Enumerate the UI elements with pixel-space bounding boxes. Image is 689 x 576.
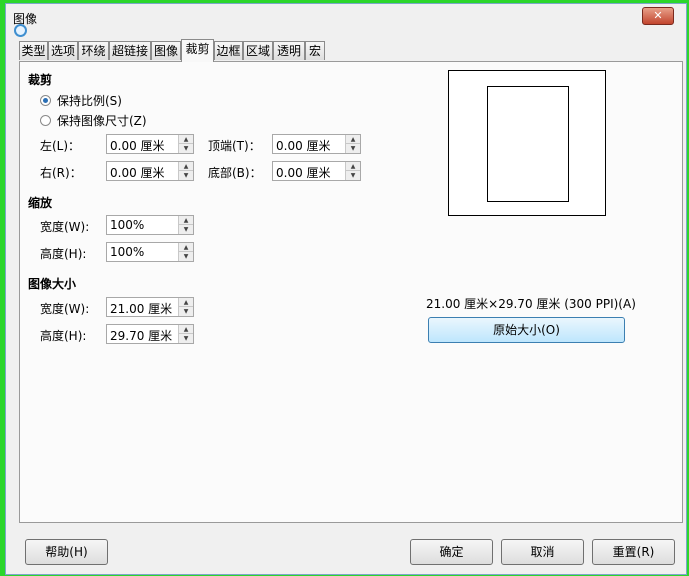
tab-image[interactable]: 图像 [151,41,181,60]
scale-height-down-button[interactable]: ▼ [179,252,193,261]
keep-size-label[interactable]: 保持图像尺寸(Z) [57,112,147,129]
help-button[interactable]: 帮助(H) [25,539,108,565]
tab-macro[interactable]: 宏 [305,41,325,60]
crop-heading: 裁剪 [28,73,53,87]
cancel-button[interactable]: 取消 [501,539,584,565]
original-size-button[interactable]: 原始大小(O) [428,317,625,343]
size-height-value: 29.70 厘米 [110,329,173,343]
scale-height-value: 100% [110,245,145,259]
crop-preview [448,70,606,216]
top-label: 顶端(T)： [208,139,261,153]
size-width-value: 21.00 厘米 [110,302,173,316]
image-info-text: 21.00 厘米×29.70 厘米 (300 PPI)(A) [426,297,636,311]
bottom-down-button[interactable]: ▼ [346,171,360,180]
left-spin-buttons: ▲ ▼ [178,135,193,153]
image-dialog: 图像 ✕ 类型 选项 环绕 超链接 图像 裁剪 边框 区域 透明 宏 裁剪 保持… [5,3,687,575]
tab-transparency[interactable]: 透明 [273,41,305,60]
left-label: 左(L)： [40,139,81,153]
right-value: 0.00 厘米 [110,166,165,180]
left-down-button[interactable]: ▼ [179,144,193,153]
scale-width-spin-buttons: ▲ ▼ [178,216,193,234]
size-width-spin-buttons: ▲ ▼ [178,298,193,316]
scale-height-up-button[interactable]: ▲ [179,243,193,252]
image-size-heading: 图像大小 [28,277,77,291]
tab-options[interactable]: 选项 [48,41,78,60]
right-input[interactable]: 0.00 厘米 ▲ ▼ [106,161,194,181]
size-width-label: 宽度(W): [40,302,90,316]
top-spin-buttons: ▲ ▼ [345,135,360,153]
top-value: 0.00 厘米 [276,139,331,153]
bottom-input[interactable]: 0.00 厘米 ▲ ▼ [272,161,361,181]
size-height-up-button[interactable]: ▲ [179,325,193,334]
scale-height-spin-buttons: ▲ ▼ [178,243,193,261]
ok-button[interactable]: 确定 [410,539,493,565]
reset-button[interactable]: 重置(R) [592,539,675,565]
tab-type[interactable]: 类型 [19,41,48,60]
top-up-button[interactable]: ▲ [346,135,360,144]
keep-size-radio[interactable] [40,115,51,126]
size-width-down-button[interactable]: ▼ [179,307,193,316]
left-value: 0.00 厘米 [110,139,165,153]
tab-wrap[interactable]: 环绕 [78,41,109,60]
scale-width-value: 100% [110,218,145,232]
tab-crop[interactable]: 裁剪 [181,39,214,62]
scale-width-down-button[interactable]: ▼ [179,225,193,234]
right-label: 右(R)： [40,166,82,180]
bottom-up-button[interactable]: ▲ [346,162,360,171]
size-height-down-button[interactable]: ▼ [179,334,193,343]
scale-width-up-button[interactable]: ▲ [179,216,193,225]
scale-height-input[interactable]: 100% ▲ ▼ [106,242,194,262]
tab-hyperlink[interactable]: 超链接 [109,41,151,60]
left-up-button[interactable]: ▲ [179,135,193,144]
tab-borders[interactable]: 边框 [214,41,243,60]
top-down-button[interactable]: ▼ [346,144,360,153]
crop-panel: 裁剪 保持比例(S) 保持图像尺寸(Z) 左(L)： 0.00 厘米 ▲ ▼ 顶… [19,61,683,523]
right-up-button[interactable]: ▲ [179,162,193,171]
size-width-up-button[interactable]: ▲ [179,298,193,307]
bottom-spin-buttons: ▲ ▼ [345,162,360,180]
bottom-value: 0.00 厘米 [276,166,331,180]
title-bar: 图像 ✕ [6,4,686,38]
right-down-button[interactable]: ▼ [179,171,193,180]
size-width-input[interactable]: 21.00 厘米 ▲ ▼ [106,297,194,317]
size-height-label: 高度(H): [40,329,87,343]
size-height-input[interactable]: 29.70 厘米 ▲ ▼ [106,324,194,344]
tab-area[interactable]: 区域 [243,41,273,60]
top-input[interactable]: 0.00 厘米 ▲ ▼ [272,134,361,154]
right-spin-buttons: ▲ ▼ [178,162,193,180]
size-height-spin-buttons: ▲ ▼ [178,325,193,343]
app-icon [14,24,27,37]
bottom-label: 底部(B)： [208,166,262,180]
close-button[interactable]: ✕ [642,7,674,25]
scale-width-input[interactable]: 100% ▲ ▼ [106,215,194,235]
left-input[interactable]: 0.00 厘米 ▲ ▼ [106,134,194,154]
keep-scale-radio[interactable] [40,95,51,106]
preview-page-outline [487,86,569,202]
scale-height-label: 高度(H): [40,247,87,261]
keep-scale-label[interactable]: 保持比例(S) [57,92,122,109]
scale-heading: 缩放 [28,196,53,210]
scale-width-label: 宽度(W): [40,220,90,234]
